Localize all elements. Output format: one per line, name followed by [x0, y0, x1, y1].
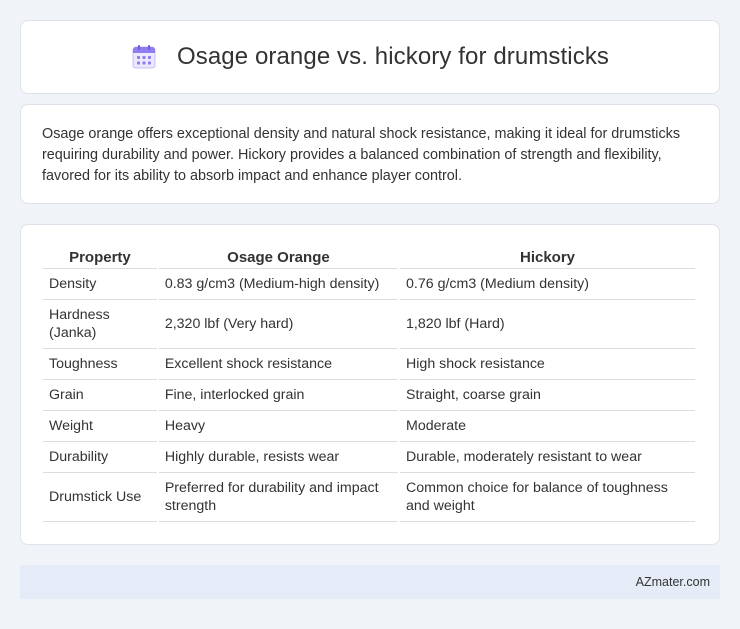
- row-label: Toughness: [43, 349, 157, 380]
- comparison-table: Property Osage Orange Hickory Density 0.…: [41, 247, 697, 522]
- row-label: Weight: [43, 411, 157, 442]
- osage-orange-cell: Preferred for durability and impact stre…: [158, 473, 399, 522]
- table-row: Grain Fine, interlocked grain Straight, …: [43, 380, 695, 411]
- osage-orange-cell: 2,320 lbf (Very hard): [158, 300, 399, 349]
- osage-orange-cell: Heavy: [158, 411, 399, 442]
- footer-brand: AZmater.com: [635, 575, 710, 589]
- table-row: Density 0.83 g/cm3 (Medium-high density)…: [43, 269, 695, 300]
- osage-orange-cell: Highly durable, resists wear: [158, 442, 399, 473]
- osage-orange-cell: Fine, interlocked grain: [158, 380, 399, 411]
- table-header-row: Property Osage Orange Hickory: [43, 247, 695, 269]
- summary-card: Osage orange offers exceptional density …: [20, 104, 720, 204]
- column-header-osage-orange: Osage Orange: [158, 247, 399, 269]
- column-header-property: Property: [43, 247, 157, 269]
- summary-text: Osage orange offers exceptional density …: [42, 126, 681, 184]
- title-card: Osage orange vs. hickory for drumsticks: [20, 20, 720, 94]
- row-label: Durability: [43, 442, 157, 473]
- row-label: Hardness (Janka): [43, 300, 157, 349]
- hickory-cell: 1,820 lbf (Hard): [400, 300, 695, 349]
- osage-orange-cell: 0.83 g/cm3 (Medium-high density): [158, 269, 399, 300]
- row-label: Drumstick Use: [43, 473, 157, 522]
- table-row: Durability Highly durable, resists wear …: [43, 442, 695, 473]
- row-label: Density: [43, 269, 157, 300]
- hickory-cell: High shock resistance: [400, 349, 695, 380]
- hickory-cell: Moderate: [400, 411, 695, 442]
- hickory-cell: Straight, coarse grain: [400, 380, 695, 411]
- title-wrap: Osage orange vs. hickory for drumsticks: [131, 43, 609, 71]
- comparison-card: Property Osage Orange Hickory Density 0.…: [20, 224, 720, 545]
- osage-orange-cell: Excellent shock resistance: [158, 349, 399, 380]
- table-row: Weight Heavy Moderate: [43, 411, 695, 442]
- hickory-cell: Durable, moderately resistant to wear: [400, 442, 695, 473]
- hickory-cell: Common choice for balance of toughness a…: [400, 473, 695, 522]
- column-header-hickory: Hickory: [400, 247, 695, 269]
- row-label: Grain: [43, 380, 157, 411]
- page-title: Osage orange vs. hickory for drumsticks: [176, 43, 610, 70]
- table-row: Toughness Excellent shock resistance Hig…: [43, 349, 695, 380]
- table-row: Hardness (Janka) 2,320 lbf (Very hard) 1…: [43, 300, 695, 349]
- footer: AZmater.com: [20, 565, 720, 599]
- calendar-icon: [132, 45, 156, 69]
- table-row: Drumstick Use Preferred for durability a…: [43, 473, 695, 522]
- hickory-cell: 0.76 g/cm3 (Medium density): [400, 269, 695, 300]
